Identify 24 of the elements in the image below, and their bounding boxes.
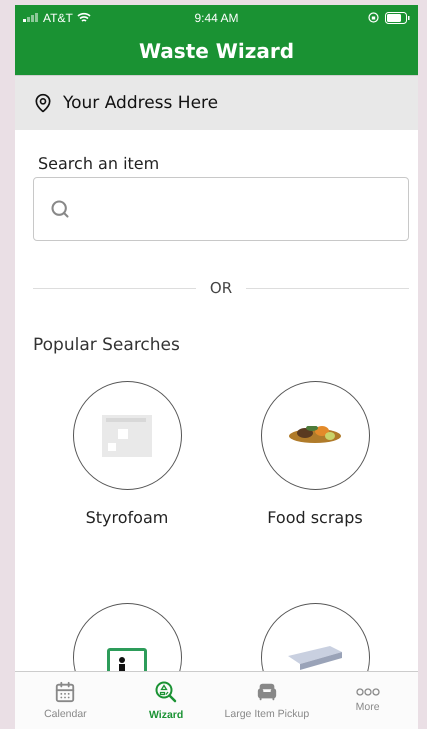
search-field[interactable]	[33, 177, 409, 241]
search-icon	[50, 199, 70, 219]
section-title: Popular Searches	[33, 335, 181, 355]
status-time: 9:44 AM	[194, 10, 239, 24]
popular-item-label[interactable]: Food scraps	[267, 508, 363, 527]
address-text[interactable]: Your Address Here	[63, 93, 218, 113]
location-pin-icon	[33, 93, 53, 113]
tab-bar-item[interactable]: More	[317, 672, 418, 729]
search-label: Search an item	[38, 154, 160, 173]
popular-item-label[interactable]: Styrofoam	[86, 508, 168, 527]
armchair-icon	[256, 681, 278, 703]
wifi-icon	[76, 12, 91, 23]
carrier-name: AT&T	[43, 10, 73, 24]
more-icon	[356, 688, 380, 696]
tab-bar-item[interactable]: Large Item Pickup	[216, 672, 318, 729]
tab-bar-item[interactable]: Wizard	[116, 672, 216, 729]
tab-bar-item[interactable]: Calendar	[15, 672, 116, 729]
calendar-icon	[54, 681, 76, 703]
signal-icon	[23, 13, 39, 22]
or-divider-text: OR	[210, 279, 232, 297]
battery-icon	[385, 12, 410, 24]
rotation-lock-icon	[368, 12, 379, 23]
app-title: Waste Wizard	[138, 38, 296, 65]
recycle-search-icon	[154, 680, 178, 704]
